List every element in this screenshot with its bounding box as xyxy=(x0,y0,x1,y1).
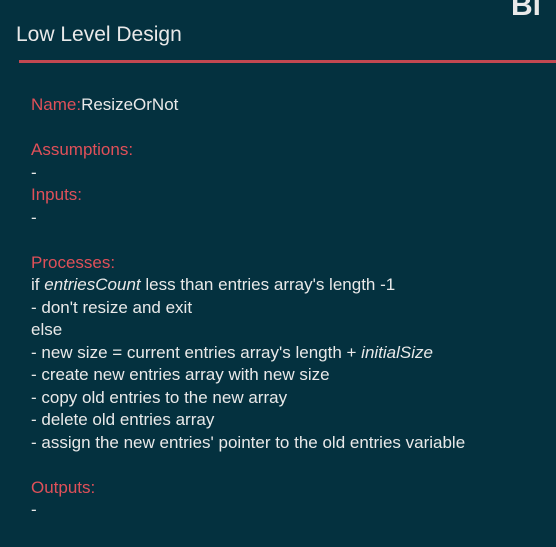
page-title: Low Level Design xyxy=(16,23,182,46)
name-label: Name: xyxy=(31,95,82,114)
outputs-value: - xyxy=(31,500,37,519)
process-step: if entriesCount less than entries array'… xyxy=(31,274,551,297)
process-step: - assign the new entries' pointer to the… xyxy=(31,432,466,452)
process-step: - delete old entries array xyxy=(31,410,215,429)
assumptions-label: Assumptions: xyxy=(31,140,134,159)
if-keyword: if xyxy=(31,275,45,294)
design-content: Name:ResizeOrNot Assumptions: - Inputs: … xyxy=(31,94,551,522)
process-step: - don't resize and exit xyxy=(31,297,193,317)
inputs-label: Inputs: xyxy=(31,185,83,204)
process-step: - new size = current entries array's len… xyxy=(31,342,551,365)
outputs-label: Outputs: xyxy=(31,477,96,497)
processes-label: Processes: xyxy=(31,252,116,272)
corner-logo-fragment: Bl xyxy=(511,0,541,22)
process-step: else xyxy=(31,320,63,339)
inputs-value: - xyxy=(31,207,37,227)
header-divider xyxy=(19,60,556,63)
process-step: - create new entries array with new size xyxy=(31,365,330,384)
variable-entries-count: entriesCount xyxy=(44,275,141,294)
name-value: ResizeOrNot xyxy=(81,95,179,114)
assumptions-value: - xyxy=(31,162,37,182)
process-step: - copy old entries to the new array xyxy=(31,387,288,407)
variable-initial-size: initialSize xyxy=(361,342,433,362)
name-row: Name:ResizeOrNot xyxy=(31,94,551,117)
new-size-text: - new size = current entries array's len… xyxy=(31,342,362,362)
if-condition: less than entries array's length -1 xyxy=(140,275,396,294)
